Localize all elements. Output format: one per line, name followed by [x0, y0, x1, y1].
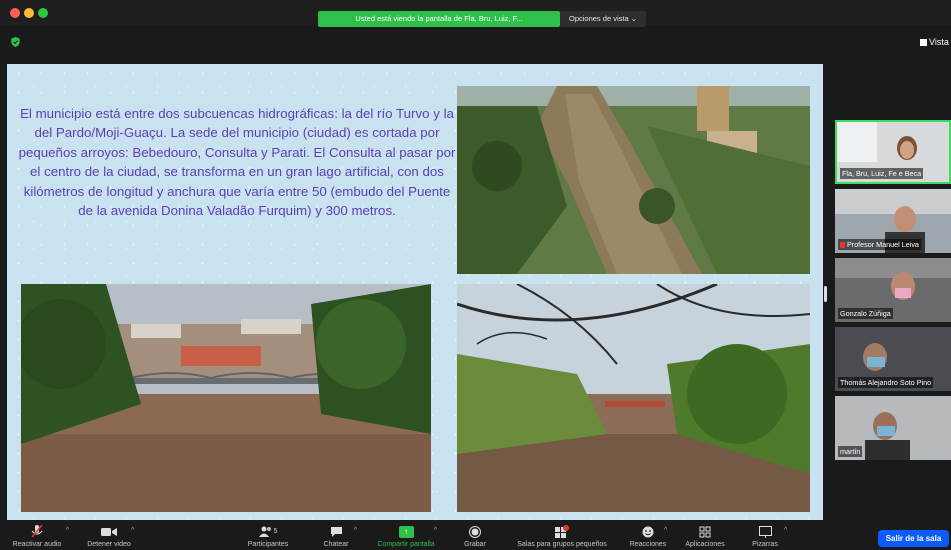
zoom-window-button[interactable] [38, 8, 48, 18]
apps-button[interactable]: Aplicaciones [678, 525, 732, 548]
grid-icon [920, 39, 927, 46]
share-screen-button[interactable]: ↑ Compartir pantalla [370, 525, 442, 548]
participant-name: Fla, Bru, Luiz, Fe e Beca [840, 168, 924, 179]
microphone-muted-icon [840, 242, 845, 248]
view-label: Vista [929, 37, 949, 47]
audio-options-chevron-icon[interactable]: ^ [66, 527, 69, 534]
photo-red-bridge-river [457, 284, 810, 512]
microphone-muted-icon [31, 525, 43, 538]
participant-name: Profesor Manuel Leiva [838, 239, 921, 250]
participant-tile[interactable]: Fla, Bru, Luiz, Fe e Beca [835, 120, 951, 184]
close-window-button[interactable] [10, 8, 20, 18]
reactions-options-chevron-icon[interactable]: ^ [664, 527, 667, 534]
participant-tile[interactable]: Gonzalo Zúñiga [835, 258, 951, 322]
record-icon [469, 525, 481, 538]
whiteboard-icon [758, 525, 772, 538]
view-options-button[interactable]: Opciones de vista ⌄ [560, 11, 646, 27]
smiley-icon [642, 526, 654, 537]
minimize-window-button[interactable] [24, 8, 34, 18]
chat-bubble-icon [330, 526, 342, 537]
apps-icon [699, 526, 711, 537]
participants-icon [258, 526, 271, 537]
whiteboards-options-chevron-icon[interactable]: ^ [784, 527, 787, 534]
whiteboards-button[interactable]: Pizarras [744, 525, 786, 548]
photo-aerial-lake [457, 86, 810, 274]
participant-name: martín [838, 446, 863, 457]
video-camera-icon [101, 527, 117, 536]
shield-icon[interactable] [11, 37, 20, 47]
meeting-toolbar: Reactivar audio ^ Detener video ^ 5 Part… [0, 522, 951, 550]
breakout-rooms-icon [555, 525, 569, 538]
share-screen-icon: ↑ [398, 525, 414, 538]
chat-options-chevron-icon[interactable]: ^ [354, 527, 357, 534]
screen-share-banner: Usted está viendo la pantalla de Fla, Br… [318, 11, 560, 27]
participant-tile[interactable]: Thomás Alejandro Soto Pino [835, 327, 951, 391]
view-toggle[interactable]: Vista [920, 37, 949, 47]
participant-name: Gonzalo Zúñiga [838, 308, 893, 319]
breakout-rooms-button[interactable]: Salas para grupos pequeños [506, 525, 618, 548]
shared-slide: El municipio está entre dos subcuencas h… [7, 64, 823, 520]
record-button[interactable]: Grabar [455, 525, 495, 548]
slide-body-text: El municipio está entre dos subcuencas h… [18, 106, 456, 219]
leave-meeting-button[interactable]: Salir de la sala [878, 530, 949, 547]
participant-tile[interactable]: martín [835, 396, 951, 460]
participant-tile[interactable]: Profesor Manuel Leiva [835, 189, 951, 253]
share-options-chevron-icon[interactable]: ^ [434, 527, 437, 534]
participants-count: 5 [273, 528, 278, 535]
participant-name: Thomás Alejandro Soto Pino [838, 377, 934, 388]
panel-resize-handle[interactable] [824, 286, 827, 302]
photo-bridge-river [21, 284, 431, 512]
video-options-chevron-icon[interactable]: ^ [131, 527, 134, 534]
unmute-button[interactable]: Reactivar audio [6, 525, 68, 548]
participants-button[interactable]: 5 Participantes [238, 525, 298, 548]
chat-button[interactable]: Chatear [316, 525, 356, 548]
